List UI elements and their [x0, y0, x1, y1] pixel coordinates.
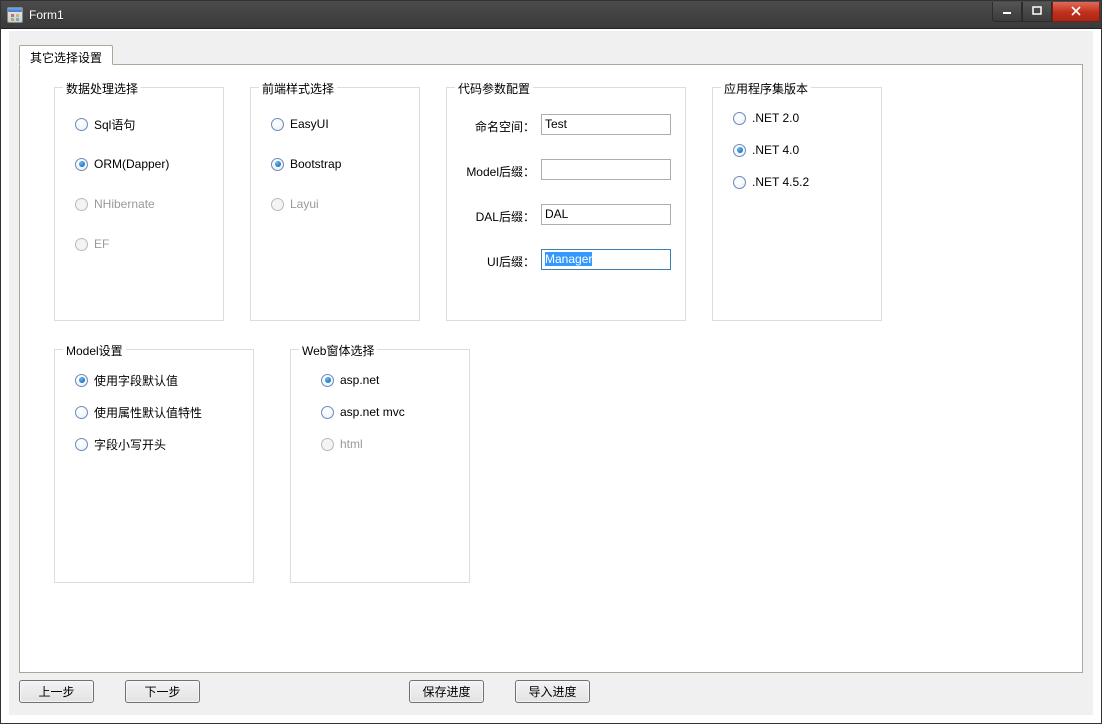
radio-html: html [321, 436, 405, 452]
radio-label: Sql语句 [94, 116, 135, 133]
input-namespace[interactable]: Test [541, 114, 671, 135]
group-front-style-title: 前端样式选择 [259, 80, 337, 97]
group-assembly-version-title: 应用程序集版本 [721, 80, 811, 97]
radio-icon [321, 406, 334, 419]
radio-label: asp.net mvc [340, 405, 405, 419]
prev-button[interactable]: 上一步 [19, 680, 94, 703]
radio-label: Layui [290, 197, 319, 211]
save-progress-button[interactable]: 保存进度 [409, 680, 484, 703]
radio-icon [271, 118, 284, 131]
input-ui-suffix[interactable]: Manager [541, 249, 671, 270]
radio-icon [75, 374, 88, 387]
input-value: Manager [545, 252, 592, 266]
input-dal-suffix[interactable]: DAL [541, 204, 671, 225]
radio-icon [75, 438, 88, 451]
titlebar: Form1 [1, 1, 1101, 29]
radio-icon [75, 406, 88, 419]
close-icon [1070, 6, 1082, 16]
label-namespace: 命名空间： [465, 118, 535, 135]
radio-net20[interactable]: .NET 2.0 [733, 110, 809, 126]
close-button[interactable] [1052, 2, 1100, 22]
button-label: 导入进度 [528, 683, 576, 700]
radio-nhibernate: NHibernate [75, 196, 169, 212]
group-assembly-version: 应用程序集版本 .NET 2.0 .NET 4.0 .NET 4.5.2 [712, 87, 882, 321]
radio-label: EasyUI [290, 117, 329, 131]
input-model-suffix[interactable] [541, 159, 671, 180]
client-area: 其它选择设置 数据处理选择 Sql语句 ORM(Dapper) [9, 31, 1093, 715]
maximize-icon [1032, 6, 1042, 16]
tab-header: 其它选择设置 [19, 45, 115, 65]
radio-bootstrap[interactable]: Bootstrap [271, 156, 341, 172]
group-data-proc: 数据处理选择 Sql语句 ORM(Dapper) NHibernate [54, 87, 224, 321]
radio-label: html [340, 437, 363, 451]
radio-net40[interactable]: .NET 4.0 [733, 142, 809, 158]
tab-other-settings[interactable]: 其它选择设置 [19, 45, 113, 65]
input-value: DAL [545, 207, 568, 221]
next-button[interactable]: 下一步 [125, 680, 200, 703]
radio-label: 使用字段默认值 [94, 372, 178, 389]
radio-icon [733, 112, 746, 125]
import-progress-button[interactable]: 导入进度 [515, 680, 590, 703]
group-model-settings: Model设置 使用字段默认值 使用属性默认值特性 字段小写开头 [54, 349, 254, 583]
radio-label: EF [94, 237, 109, 251]
label-dal-suffix: DAL后缀： [465, 208, 535, 225]
radio-label: asp.net [340, 373, 379, 387]
window-title: Form1 [29, 8, 992, 22]
radio-label: ORM(Dapper) [94, 157, 169, 171]
label-ui-suffix: UI后缀： [465, 253, 535, 270]
group-web-form-title: Web窗体选择 [299, 342, 377, 359]
radio-icon [271, 158, 284, 171]
app-icon [7, 7, 23, 23]
radio-sql[interactable]: Sql语句 [75, 116, 169, 132]
radio-icon [75, 238, 88, 251]
radio-aspnet-mvc[interactable]: asp.net mvc [321, 404, 405, 420]
radio-label: Bootstrap [290, 157, 341, 171]
radio-easyui[interactable]: EasyUI [271, 116, 341, 132]
radio-aspnet[interactable]: asp.net [321, 372, 405, 388]
minimize-icon [1002, 6, 1012, 16]
group-web-form: Web窗体选择 asp.net asp.net mvc html [290, 349, 470, 583]
button-label: 下一步 [144, 683, 180, 700]
tab-page: 数据处理选择 Sql语句 ORM(Dapper) NHibernate [19, 64, 1083, 673]
label-model-suffix: Model后缀： [465, 163, 535, 180]
radio-icon [733, 144, 746, 157]
radio-icon [75, 118, 88, 131]
radio-label: .NET 4.0 [752, 143, 799, 157]
tab-label: 其它选择设置 [30, 51, 102, 65]
button-label: 上一步 [38, 683, 74, 700]
radio-layui: Layui [271, 196, 341, 212]
radio-label: NHibernate [94, 197, 155, 211]
radio-icon [271, 198, 284, 211]
group-code-params: 代码参数配置 命名空间： Test Model后缀： DAL后缀： DAL UI… [446, 87, 686, 321]
radio-net452[interactable]: .NET 4.5.2 [733, 174, 809, 190]
radio-field-lower-first[interactable]: 字段小写开头 [75, 436, 202, 452]
radio-icon [321, 438, 334, 451]
input-value: Test [545, 117, 567, 131]
group-code-params-title: 代码参数配置 [455, 80, 533, 97]
radio-label: .NET 2.0 [752, 111, 799, 125]
radio-label: 字段小写开头 [94, 436, 166, 453]
group-data-proc-title: 数据处理选择 [63, 80, 141, 97]
radio-use-field-default[interactable]: 使用字段默认值 [75, 372, 202, 388]
radio-ef: EF [75, 236, 169, 252]
button-label: 保存进度 [422, 683, 470, 700]
radio-icon [733, 176, 746, 189]
minimize-button[interactable] [992, 2, 1022, 22]
radio-label: .NET 4.5.2 [752, 175, 809, 189]
radio-icon [321, 374, 334, 387]
radio-orm-dapper[interactable]: ORM(Dapper) [75, 156, 169, 172]
group-model-settings-title: Model设置 [63, 342, 126, 359]
radio-label: 使用属性默认值特性 [94, 404, 202, 421]
group-front-style: 前端样式选择 EasyUI Bootstrap Layui [250, 87, 420, 321]
radio-icon [75, 198, 88, 211]
maximize-button[interactable] [1022, 2, 1052, 22]
window-frame: Form1 其它选择设置 数据处理选择 [0, 0, 1102, 724]
radio-icon [75, 158, 88, 171]
radio-use-prop-default[interactable]: 使用属性默认值特性 [75, 404, 202, 420]
